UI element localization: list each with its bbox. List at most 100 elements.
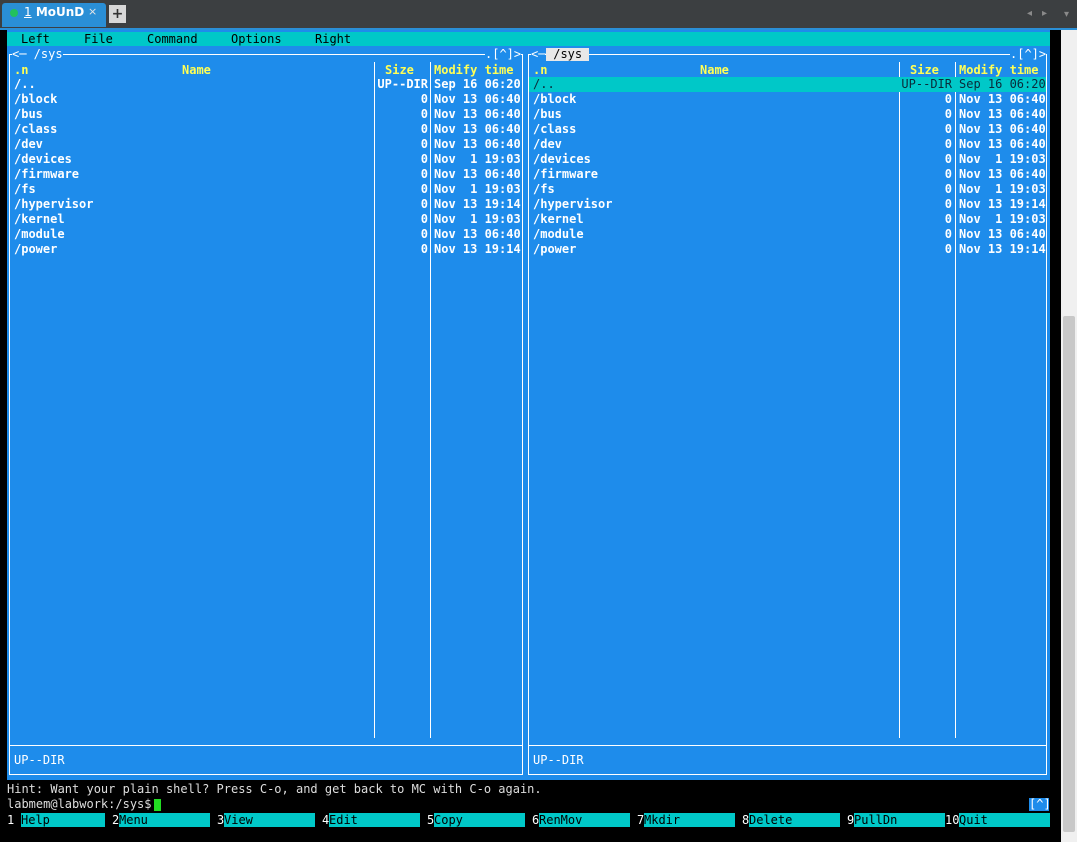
fkey-label: Delete	[749, 813, 840, 827]
left-status-divider	[10, 745, 522, 746]
file-row[interactable]: /block 0 Nov 13 06:40	[529, 92, 1046, 107]
file-size: 0	[420, 227, 428, 241]
file-name: /devices	[14, 152, 72, 166]
file-row[interactable]: /kernel 0 Nov 1 19:03	[10, 212, 522, 227]
file-date: Nov 13 06:40	[959, 227, 1046, 241]
file-row[interactable]: /devices 0 Nov 1 19:03	[529, 152, 1046, 167]
right-panel-history-button[interactable]: .[^]>	[1010, 48, 1047, 61]
right-header-modify[interactable]: Modify time	[959, 63, 1039, 77]
menu-command[interactable]: Command	[147, 32, 198, 46]
menu-options[interactable]: Options	[231, 32, 282, 46]
tab-name: MoUnD	[35, 5, 85, 19]
left-header-modify-label: Modify	[434, 63, 478, 77]
right-header-name[interactable]: Name	[700, 63, 729, 77]
file-row[interactable]: /module 0 Nov 13 06:40	[529, 227, 1046, 242]
left-status-line: UP--DIR	[14, 753, 65, 767]
f1-help-button[interactable]: 1 Help	[7, 813, 105, 827]
file-size: UP--DIR	[901, 77, 952, 91]
left-panel-path[interactable]: <─ /sys	[12, 48, 63, 61]
f7-mkdir-button[interactable]: 7 Mkdir	[637, 813, 735, 827]
right-panel-path[interactable]: /sys	[546, 48, 590, 61]
file-date: Nov 13 06:40	[434, 122, 521, 136]
file-row[interactable]: /bus 0 Nov 13 06:40	[10, 107, 522, 122]
file-row[interactable]: /.. UP--DIR Sep 16 06:20	[10, 77, 522, 92]
file-size: UP--DIR	[377, 77, 428, 91]
tab-bar	[0, 0, 1077, 28]
f9-pulldn-button[interactable]: 9 PullDn	[847, 813, 945, 827]
file-row[interactable]: /fs 0 Nov 1 19:03	[10, 182, 522, 197]
file-row[interactable]: /devices 0 Nov 1 19:03	[10, 152, 522, 167]
file-date: Nov 13 06:40	[434, 137, 521, 151]
file-name: /power	[533, 242, 577, 256]
file-row[interactable]: /power 0 Nov 13 19:14	[529, 242, 1046, 257]
file-row[interactable]: /dev 0 Nov 13 06:40	[529, 137, 1046, 152]
tab-menu-icon[interactable]: ▾	[1064, 9, 1069, 20]
file-row-selected[interactable]: /.. UP--DIR Sep 16 06:20	[529, 77, 1046, 92]
file-size: 0	[420, 92, 428, 106]
file-size: 0	[420, 242, 428, 256]
file-row[interactable]: /firmware 0 Nov 13 06:40	[529, 167, 1046, 182]
file-name: /..	[14, 77, 36, 91]
file-size: 0	[420, 122, 428, 136]
scroll-tabs-right-icon[interactable]: ▸	[1042, 8, 1047, 19]
file-size: 0	[420, 137, 428, 151]
file-date: Nov 13 06:40	[434, 167, 521, 181]
file-date: Nov 13 06:40	[434, 107, 521, 121]
file-row[interactable]: /fs 0 Nov 1 19:03	[529, 182, 1046, 197]
close-icon[interactable]: ×	[88, 5, 97, 18]
tab-title[interactable]: 1 MoUnD	[24, 5, 84, 19]
f6-renmov-button[interactable]: 6 RenMov	[532, 813, 630, 827]
left-sort-indicator[interactable]: .n	[14, 63, 28, 77]
hint-line: Hint: Want your plain shell? Press C-o, …	[7, 782, 542, 796]
f5-copy-button[interactable]: 5 Copy	[427, 813, 525, 827]
left-panel-history-button[interactable]: .[^]>	[485, 48, 522, 61]
f8-delete-button[interactable]: 8 Delete	[742, 813, 840, 827]
file-name: /dev	[533, 137, 562, 151]
left-header-size[interactable]: Size	[385, 63, 414, 77]
file-row[interactable]: /class 0 Nov 13 06:40	[529, 122, 1046, 137]
file-name: /bus	[533, 107, 562, 121]
file-row[interactable]: /firmware 0 Nov 13 06:40	[10, 167, 522, 182]
right-panel-back-icon[interactable]: <─	[531, 48, 546, 61]
left-header-time-label: time	[484, 63, 514, 77]
left-header-name[interactable]: Name	[182, 63, 211, 77]
file-name: /dev	[14, 137, 43, 151]
file-row[interactable]: /class 0 Nov 13 06:40	[10, 122, 522, 137]
file-row[interactable]: /hypervisor 0 Nov 13 19:14	[529, 197, 1046, 212]
scrollbar-thumb[interactable]	[1063, 316, 1075, 832]
file-name: /class	[533, 122, 577, 136]
file-row[interactable]: /module 0 Nov 13 06:40	[10, 227, 522, 242]
right-header-size[interactable]: Size	[910, 63, 939, 77]
file-row[interactable]: /kernel 0 Nov 1 19:03	[529, 212, 1046, 227]
file-row[interactable]: /bus 0 Nov 13 06:40	[529, 107, 1046, 122]
f3-view-button[interactable]: 3 View	[217, 813, 315, 827]
menu-left[interactable]: Left	[21, 32, 50, 46]
subshell-indicator-button[interactable]: [^]	[1029, 798, 1051, 811]
right-sort-indicator[interactable]: .n	[533, 63, 547, 77]
fkey-label: View	[224, 813, 315, 827]
menu-file[interactable]: File	[84, 32, 113, 46]
scroll-tabs-left-icon[interactable]: ◂	[1027, 8, 1032, 19]
file-row[interactable]: /hypervisor 0 Nov 13 19:14	[10, 197, 522, 212]
f4-edit-button[interactable]: 4 Edit	[322, 813, 420, 827]
file-date: Sep 16 06:20	[434, 77, 521, 91]
fkey-label: Quit	[959, 813, 1050, 827]
file-size: 0	[944, 152, 952, 166]
file-date: Nov 1 19:03	[959, 152, 1046, 166]
left-header-modify[interactable]: Modify time	[434, 63, 514, 77]
file-size: 0	[944, 92, 952, 106]
shell-prompt[interactable]: labmem@labwork:/sys$	[7, 797, 152, 812]
fkey-label: Copy	[434, 813, 525, 827]
file-size: 0	[944, 242, 952, 256]
file-size: 0	[944, 107, 952, 121]
file-name: /firmware	[533, 167, 599, 181]
file-date: Nov 13 06:40	[434, 227, 521, 241]
add-tab-button[interactable]: +	[109, 5, 126, 23]
f2-menu-button[interactable]: 2 Menu	[112, 813, 210, 827]
file-row[interactable]: /dev 0 Nov 13 06:40	[10, 137, 522, 152]
file-size: 0	[420, 152, 428, 166]
file-row[interactable]: /block 0 Nov 13 06:40	[10, 92, 522, 107]
file-row[interactable]: /power 0 Nov 13 19:14	[10, 242, 522, 257]
menu-right[interactable]: Right	[315, 32, 351, 46]
f10-quit-button[interactable]: 10 Quit	[945, 813, 1050, 827]
